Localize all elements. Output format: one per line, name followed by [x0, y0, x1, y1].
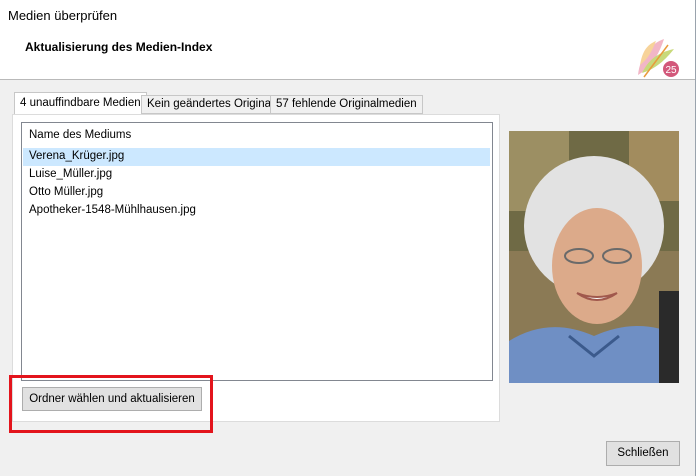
column-header-media-name[interactable]: Name des Mediums	[29, 129, 131, 141]
title-bar: Medien überprüfen	[0, 0, 696, 32]
list-item[interactable]: Apotheker-1548-Mühlhausen.jpg	[23, 202, 490, 220]
tab-missing-originals[interactable]: 57 fehlende Originalmedien	[270, 95, 423, 114]
tab-unfindable-media[interactable]: 4 unauffindbare Medien	[14, 92, 147, 115]
window-title: Medien überprüfen	[8, 8, 118, 23]
list-item[interactable]: Verena_Krüger.jpg	[23, 148, 490, 166]
list-item[interactable]: Luise_Müller.jpg	[23, 166, 490, 184]
close-button[interactable]: Schließen	[606, 441, 680, 466]
tab-unchanged-original[interactable]: Kein geändertes Original	[141, 95, 280, 114]
logo-badge-text: 25	[665, 65, 677, 76]
page-title: Aktualisierung des Medien-Index	[25, 40, 213, 54]
list-item[interactable]: Otto Müller.jpg	[23, 184, 490, 202]
portrait-photo-preview	[509, 131, 679, 383]
choose-folder-button[interactable]: Ordner wählen und aktualisieren	[22, 387, 202, 411]
app-logo-icon: 25	[638, 39, 679, 78]
wizard-header: Aktualisierung des Medien-Index 25	[0, 32, 695, 80]
